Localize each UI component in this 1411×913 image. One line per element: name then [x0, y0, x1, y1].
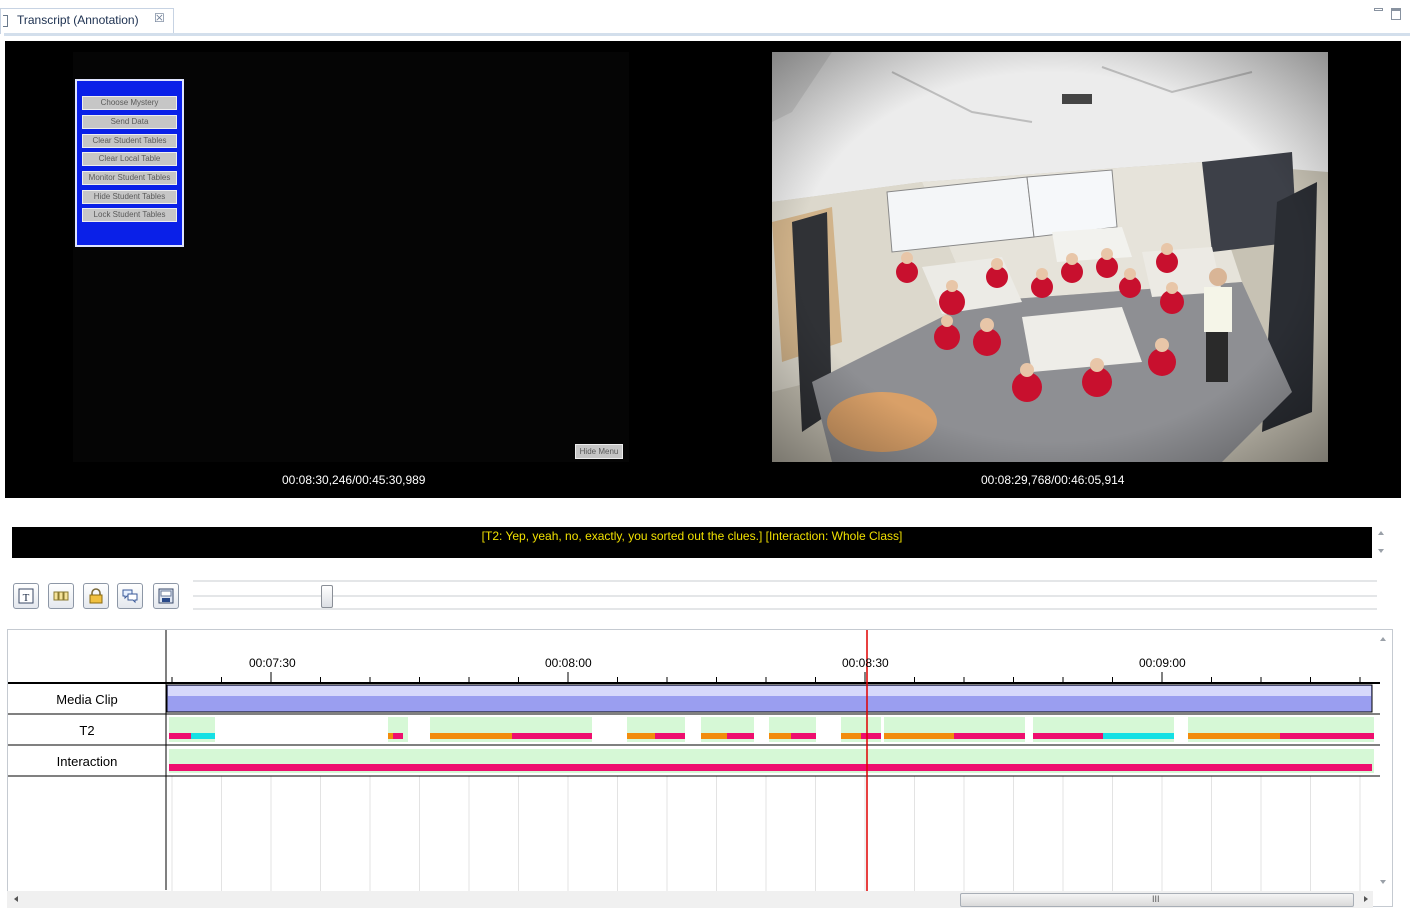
- lock-icon: [89, 588, 103, 604]
- scrollbar-grip-icon: III: [1152, 894, 1160, 904]
- tab-transcript-annotation[interactable]: Transcript (Annotation) ☒: [0, 8, 174, 34]
- track-label-t2: T2: [79, 723, 95, 738]
- minimize-icon[interactable]: [1374, 8, 1383, 11]
- interaction-annotation-bar: [169, 764, 1372, 771]
- t2-annotation-bar: [1188, 733, 1280, 739]
- tab-bar: [0, 0, 1411, 36]
- close-icon[interactable]: ☒: [154, 11, 165, 25]
- t2-annotation-bar: [1033, 733, 1103, 739]
- clear-student-tables-button[interactable]: Clear Student Tables: [82, 134, 177, 148]
- zoom-slider-thumb[interactable]: [321, 585, 333, 608]
- time-label: 00:07:30: [249, 656, 296, 670]
- t2-annotation-bar: [393, 733, 403, 739]
- t2-annotation-bar: [954, 733, 1025, 739]
- timeline-canvas: [8, 630, 1380, 892]
- clear-local-table-button[interactable]: Clear Local Table: [82, 152, 177, 166]
- speech-bubbles-button[interactable]: [117, 583, 143, 609]
- text-icon: T: [18, 588, 34, 604]
- t2-annotation-bar: [1103, 733, 1174, 739]
- media-clip-highlight: [168, 686, 1371, 696]
- maximize-icon[interactable]: [1391, 8, 1401, 20]
- text-button[interactable]: T: [13, 583, 39, 609]
- lock-student-tables-button[interactable]: Lock Student Tables: [82, 208, 177, 222]
- t2-annotation-bar: [388, 733, 393, 739]
- time-label: 00:08:30: [842, 656, 889, 670]
- t2-annotation-bar: [169, 733, 191, 739]
- zoom-slider[interactable]: [193, 578, 1377, 611]
- t2-annotation-bar: [861, 733, 881, 739]
- hide-student-tables-button[interactable]: Hide Student Tables: [82, 190, 177, 204]
- right-video-timecode: 00:08:29,768/00:46:05,914: [981, 473, 1125, 487]
- send-data-button[interactable]: Send Data: [82, 115, 177, 129]
- grid-icon: [53, 591, 69, 601]
- svg-text:T: T: [23, 592, 30, 604]
- t2-annotation-bar: [727, 733, 754, 739]
- scroll-left-icon[interactable]: [14, 896, 18, 902]
- slider-track-lines: [193, 580, 1377, 610]
- t2-annotation-bar: [701, 733, 727, 739]
- grid-button[interactable]: [48, 583, 74, 609]
- speech-bubbles-icon: [122, 589, 138, 604]
- grid-lines: [171, 776, 1361, 892]
- time-ticks: [171, 672, 1361, 683]
- time-label: 00:09:00: [1139, 656, 1186, 670]
- save-image-button[interactable]: [153, 583, 179, 609]
- t2-annotation-bar: [769, 733, 791, 739]
- caption-bar: [T2: Yep, yeah, no, exactly, you sorted …: [12, 527, 1372, 558]
- classroom-image: [772, 52, 1328, 462]
- track-label-media-clip: Media Clip: [56, 692, 118, 707]
- document-icon: [3, 15, 8, 27]
- monitor-student-tables-button[interactable]: Monitor Student Tables: [82, 171, 177, 185]
- annotation-timeline[interactable]: 00:07:30 00:08:00 00:08:30 00:09:00 Medi…: [7, 629, 1393, 907]
- time-label: 00:08:00: [545, 656, 592, 670]
- t2-annotation-bar: [655, 733, 685, 739]
- t2-annotation-bar: [627, 733, 655, 739]
- t2-annotation-bar: [191, 733, 215, 739]
- track-label-interaction: Interaction: [56, 754, 118, 769]
- lock-button[interactable]: [83, 583, 109, 609]
- hide-menu-button[interactable]: Hide Menu: [575, 444, 623, 459]
- caption-text: [T2: Yep, yeah, no, exactly, you sorted …: [481, 529, 903, 543]
- timeline-scroll-up-icon[interactable]: [1380, 637, 1386, 641]
- timeline-scroll-down-icon[interactable]: [1380, 880, 1386, 884]
- mystery-menu-panel: Choose Mystery Send Data Clear Student T…: [75, 79, 184, 247]
- t2-track-segments: [169, 717, 1374, 742]
- classroom-video[interactable]: [772, 52, 1328, 462]
- t2-annotation-bar: [512, 733, 592, 739]
- caption-scroll-up-icon[interactable]: [1378, 531, 1384, 535]
- t2-annotation-bar: [841, 733, 861, 739]
- t2-annotation-bar: [1280, 733, 1374, 739]
- t2-annotation-bar: [884, 733, 954, 739]
- save-image-icon: [158, 588, 174, 604]
- tab-underline: [4, 33, 1410, 36]
- t2-annotation-bar: [430, 733, 512, 739]
- scroll-right-icon[interactable]: [1364, 896, 1368, 902]
- left-video-timecode: 00:08:30,246/00:45:30,989: [282, 473, 426, 487]
- t2-annotation-bar: [791, 733, 816, 739]
- interaction-track-segments: [169, 749, 1374, 773]
- caption-scroll-down-icon[interactable]: [1378, 549, 1384, 553]
- choose-mystery-button[interactable]: Choose Mystery: [82, 96, 177, 110]
- tab-title: Transcript (Annotation): [17, 13, 139, 27]
